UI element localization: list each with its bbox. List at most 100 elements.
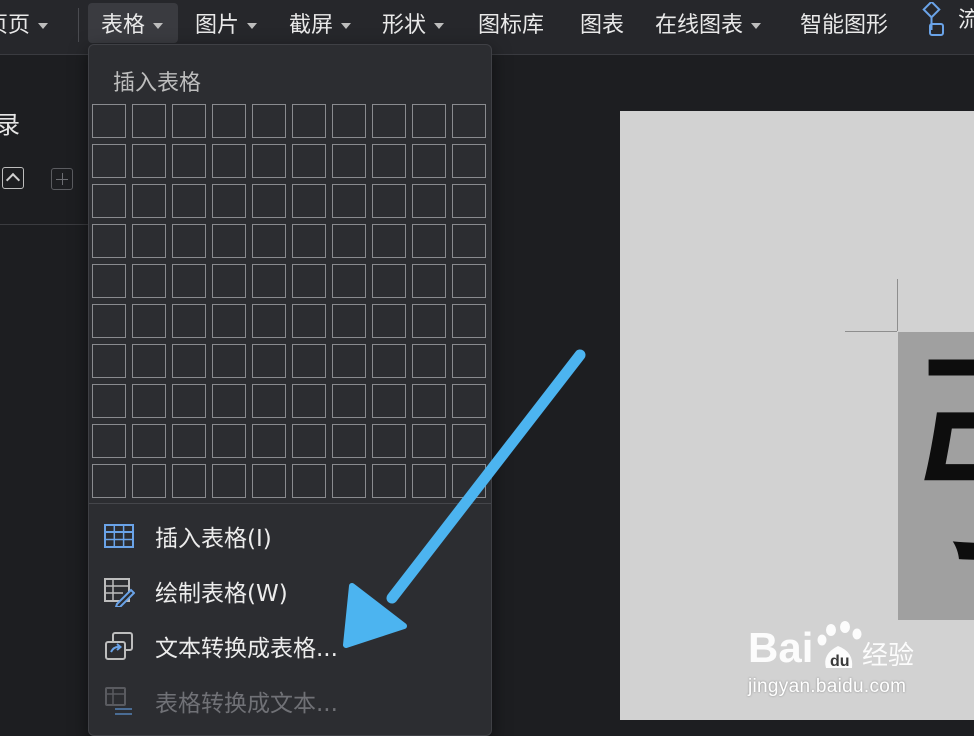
- table-grid-cell[interactable]: [412, 344, 446, 378]
- toolbar-chart-button[interactable]: 图表: [580, 0, 624, 54]
- table-grid-cell[interactable]: [332, 264, 366, 298]
- table-grid-cell[interactable]: [452, 424, 486, 458]
- table-grid-cell[interactable]: [292, 304, 326, 338]
- table-grid-cell[interactable]: [252, 144, 286, 178]
- table-grid-cell[interactable]: [132, 384, 166, 418]
- table-grid-cell[interactable]: [372, 344, 406, 378]
- table-grid-cell[interactable]: [452, 264, 486, 298]
- table-grid-cell[interactable]: [252, 464, 286, 498]
- table-grid-cell[interactable]: [172, 344, 206, 378]
- table-grid-cell[interactable]: [92, 184, 126, 218]
- table-grid-cell[interactable]: [172, 144, 206, 178]
- table-grid-cell[interactable]: [292, 464, 326, 498]
- table-grid-cell[interactable]: [172, 464, 206, 498]
- table-grid-cell[interactable]: [212, 424, 246, 458]
- table-grid-cell[interactable]: [172, 224, 206, 258]
- table-grid-cell[interactable]: [212, 304, 246, 338]
- table-grid-cell[interactable]: [412, 104, 446, 138]
- table-grid-cell[interactable]: [292, 144, 326, 178]
- table-grid-cell[interactable]: [92, 344, 126, 378]
- table-grid-cell[interactable]: [412, 304, 446, 338]
- table-size-picker[interactable]: [92, 104, 486, 498]
- table-grid-cell[interactable]: [332, 224, 366, 258]
- table-grid-cell[interactable]: [252, 184, 286, 218]
- table-grid-cell[interactable]: [132, 224, 166, 258]
- table-grid-cell[interactable]: [92, 264, 126, 298]
- table-grid-cell[interactable]: [372, 104, 406, 138]
- table-grid-cell[interactable]: [332, 384, 366, 418]
- table-grid-cell[interactable]: [412, 264, 446, 298]
- table-grid-cell[interactable]: [412, 144, 446, 178]
- table-grid-cell[interactable]: [332, 104, 366, 138]
- table-grid-cell[interactable]: [132, 144, 166, 178]
- table-grid-cell[interactable]: [252, 104, 286, 138]
- table-grid-cell[interactable]: [172, 384, 206, 418]
- table-grid-cell[interactable]: [292, 224, 326, 258]
- table-grid-cell[interactable]: [212, 184, 246, 218]
- table-grid-cell[interactable]: [132, 464, 166, 498]
- table-grid-cell[interactable]: [292, 384, 326, 418]
- table-grid-cell[interactable]: [452, 344, 486, 378]
- table-grid-cell[interactable]: [92, 384, 126, 418]
- table-grid-cell[interactable]: [372, 424, 406, 458]
- menu-item-draw-table[interactable]: 绘制表格(W): [89, 565, 491, 617]
- table-grid-cell[interactable]: [372, 144, 406, 178]
- table-grid-cell[interactable]: [412, 424, 446, 458]
- table-grid-cell[interactable]: [372, 184, 406, 218]
- menu-item-insert-table[interactable]: 插入表格(I): [89, 510, 491, 562]
- table-grid-cell[interactable]: [292, 344, 326, 378]
- table-grid-cell[interactable]: [252, 424, 286, 458]
- table-grid-cell[interactable]: [332, 424, 366, 458]
- table-grid-cell[interactable]: [172, 184, 206, 218]
- table-grid-cell[interactable]: [92, 144, 126, 178]
- table-grid-cell[interactable]: [252, 344, 286, 378]
- toolbar-smart-graphic-button[interactable]: 智能图形: [800, 0, 888, 54]
- table-grid-cell[interactable]: [372, 384, 406, 418]
- menu-item-table-to-text[interactable]: 表格转换成文本...: [89, 675, 491, 727]
- table-grid-cell[interactable]: [132, 104, 166, 138]
- chevron-up-icon[interactable]: [2, 167, 24, 189]
- table-grid-cell[interactable]: [252, 264, 286, 298]
- table-grid-cell[interactable]: [132, 184, 166, 218]
- table-grid-cell[interactable]: [92, 424, 126, 458]
- table-grid-cell[interactable]: [412, 384, 446, 418]
- table-grid-cell[interactable]: [332, 184, 366, 218]
- toolbar-page-dropdown[interactable]: 页页: [0, 0, 49, 54]
- toolbar-online-chart-dropdown[interactable]: 在线图表: [655, 0, 762, 54]
- table-grid-cell[interactable]: [172, 304, 206, 338]
- table-grid-cell[interactable]: [372, 464, 406, 498]
- table-grid-cell[interactable]: [452, 464, 486, 498]
- table-grid-cell[interactable]: [132, 264, 166, 298]
- table-grid-cell[interactable]: [412, 184, 446, 218]
- table-grid-cell[interactable]: [452, 104, 486, 138]
- plus-icon[interactable]: [51, 168, 73, 190]
- table-grid-cell[interactable]: [332, 464, 366, 498]
- table-grid-cell[interactable]: [452, 224, 486, 258]
- menu-item-text-to-table[interactable]: 文本转换成表格...: [89, 620, 491, 672]
- table-grid-cell[interactable]: [212, 224, 246, 258]
- table-grid-cell[interactable]: [92, 104, 126, 138]
- table-grid-cell[interactable]: [452, 384, 486, 418]
- table-grid-cell[interactable]: [292, 424, 326, 458]
- table-grid-cell[interactable]: [332, 304, 366, 338]
- table-grid-cell[interactable]: [172, 264, 206, 298]
- table-grid-cell[interactable]: [372, 304, 406, 338]
- table-grid-cell[interactable]: [252, 384, 286, 418]
- table-grid-cell[interactable]: [292, 104, 326, 138]
- table-grid-cell[interactable]: [332, 144, 366, 178]
- table-grid-cell[interactable]: [212, 384, 246, 418]
- table-grid-cell[interactable]: [372, 264, 406, 298]
- table-grid-cell[interactable]: [372, 224, 406, 258]
- table-grid-cell[interactable]: [172, 424, 206, 458]
- table-grid-cell[interactable]: [292, 184, 326, 218]
- table-grid-cell[interactable]: [132, 304, 166, 338]
- table-grid-cell[interactable]: [292, 264, 326, 298]
- table-grid-cell[interactable]: [92, 224, 126, 258]
- table-grid-cell[interactable]: [252, 224, 286, 258]
- table-grid-cell[interactable]: [212, 464, 246, 498]
- table-grid-cell[interactable]: [212, 144, 246, 178]
- table-grid-cell[interactable]: [132, 344, 166, 378]
- table-grid-cell[interactable]: [332, 344, 366, 378]
- table-grid-cell[interactable]: [252, 304, 286, 338]
- table-grid-cell[interactable]: [452, 304, 486, 338]
